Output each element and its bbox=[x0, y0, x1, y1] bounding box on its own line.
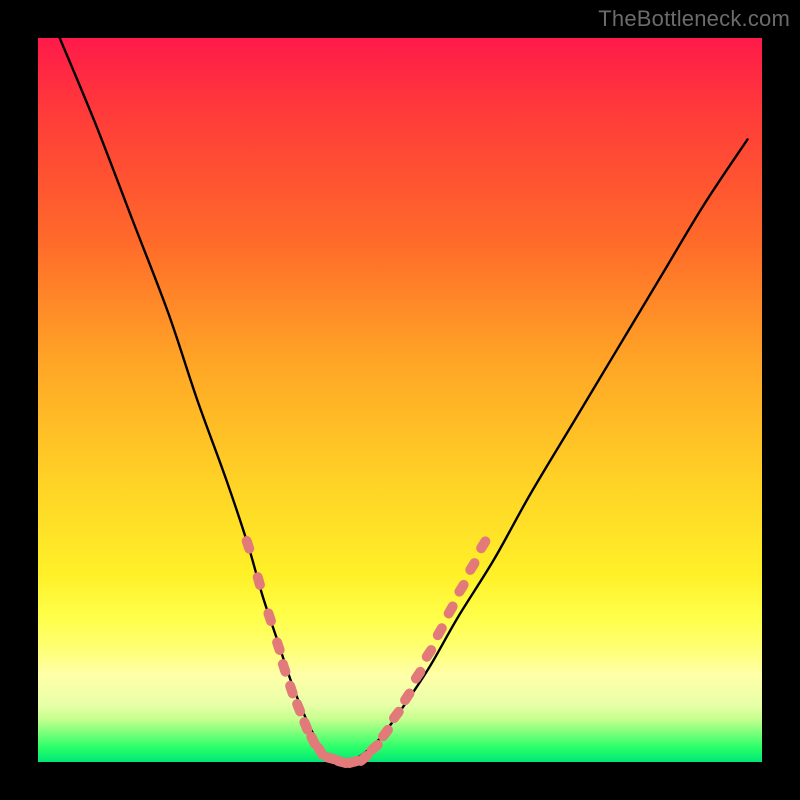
marker-capsule bbox=[453, 578, 471, 599]
marker-capsule bbox=[420, 643, 438, 664]
marker-capsule bbox=[252, 571, 267, 591]
plot-area bbox=[38, 38, 762, 762]
bottleneck-curve bbox=[60, 38, 748, 762]
chart-frame: TheBottleneck.com bbox=[0, 0, 800, 800]
watermark-text: TheBottleneck.com bbox=[598, 6, 790, 32]
marker-capsule bbox=[474, 535, 492, 556]
marker-capsule bbox=[262, 607, 277, 627]
marker-capsule bbox=[271, 636, 286, 656]
marker-capsule bbox=[240, 535, 255, 555]
marker-group bbox=[240, 535, 492, 770]
marker-capsule bbox=[463, 556, 481, 577]
curve-svg bbox=[38, 38, 762, 762]
